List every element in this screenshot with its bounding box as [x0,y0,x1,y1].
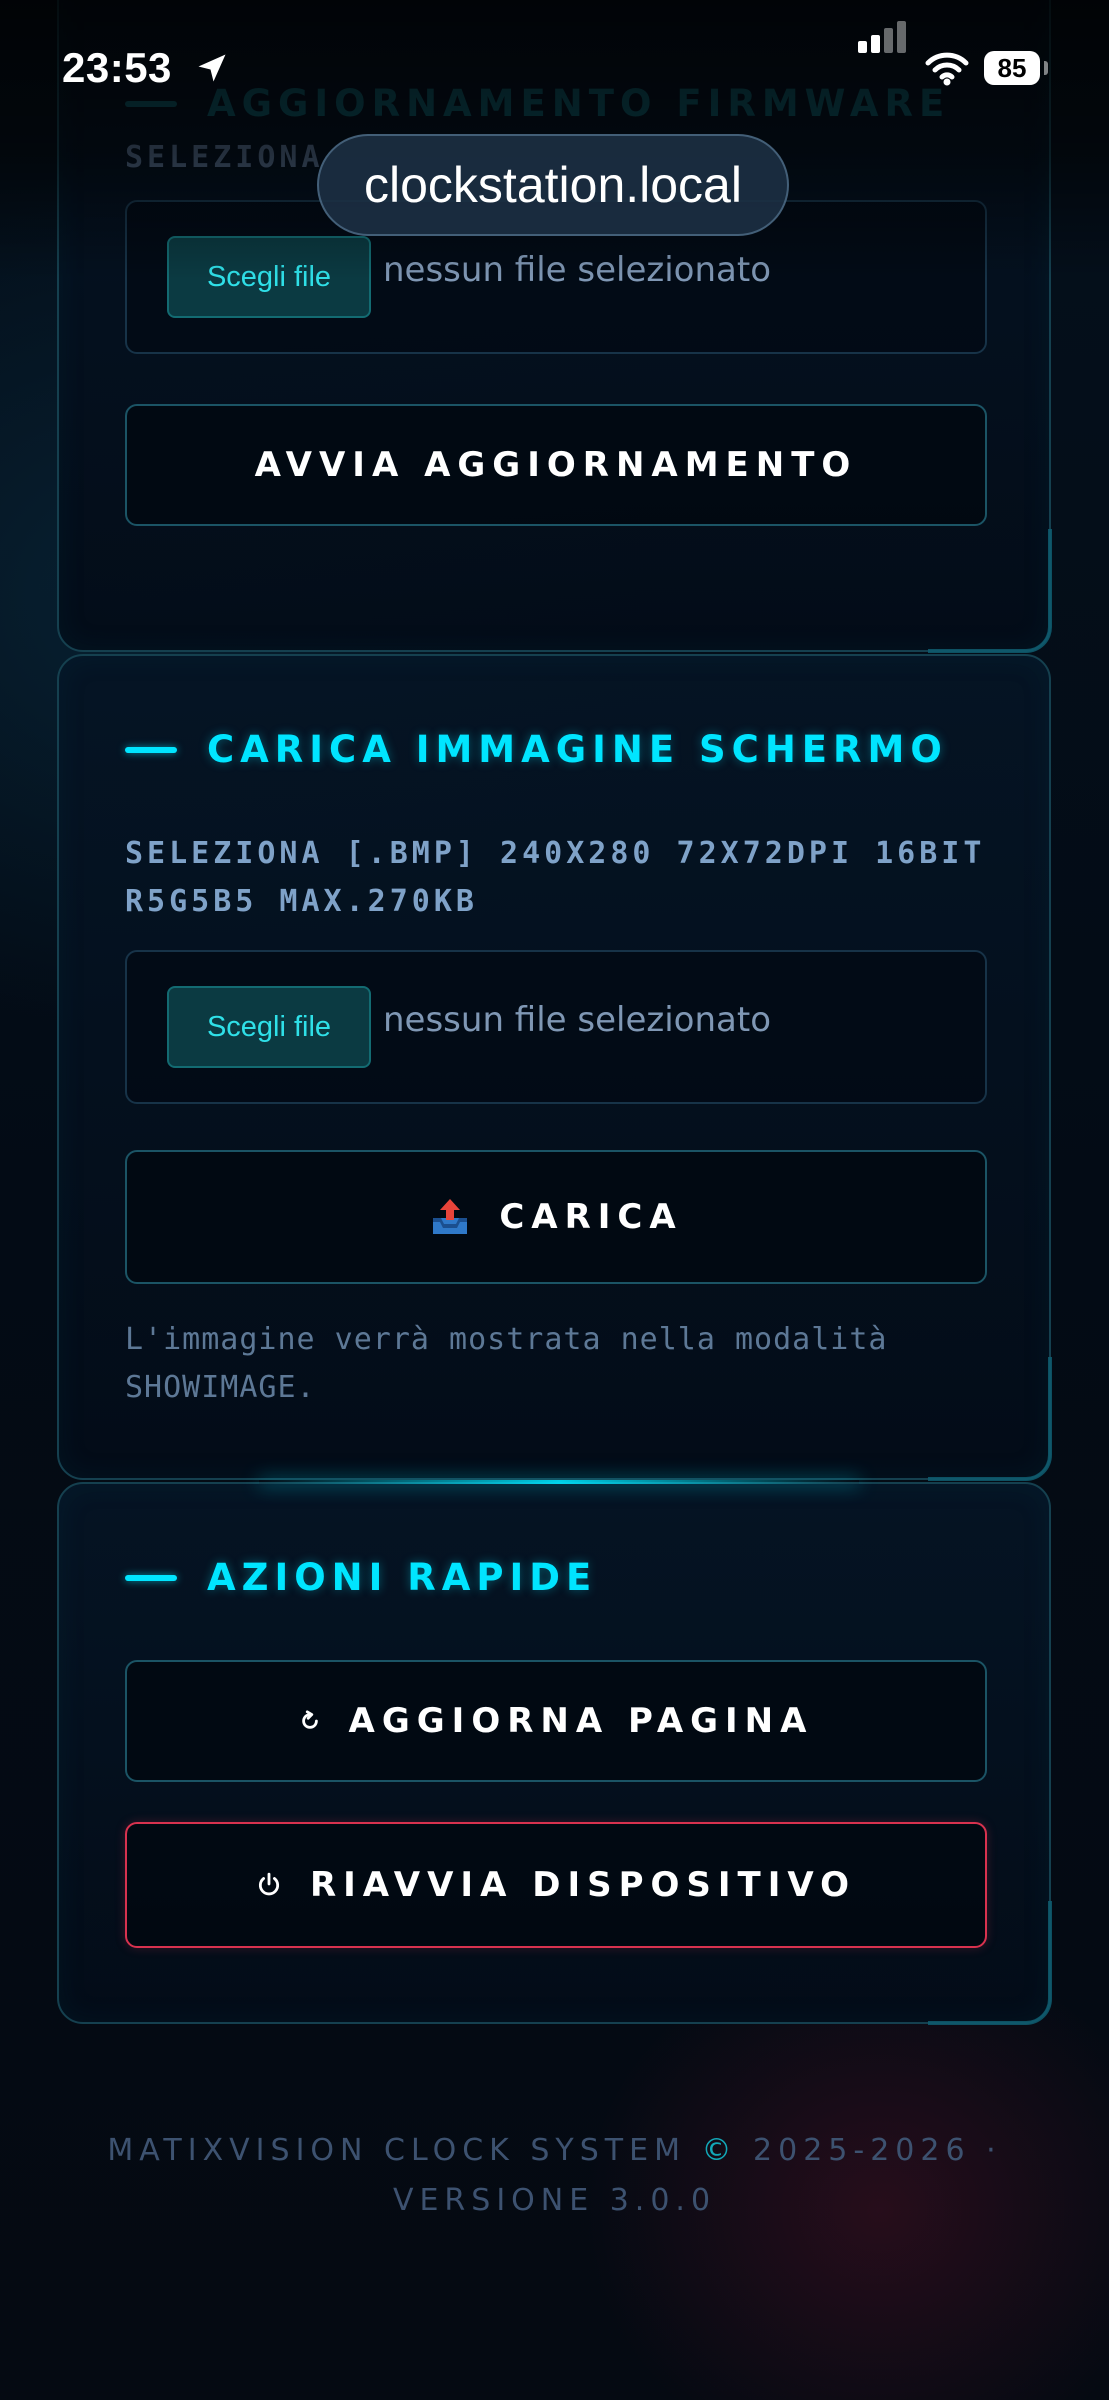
image-file-input[interactable]: Scegli file nessun file selezionato [125,950,987,1104]
title-dash [125,1574,177,1581]
image-select-label: SELEZIONA [.BMP] 240X280 72X72DPI 16BIT … [125,836,986,919]
battery-nub [1044,61,1048,75]
status-bar: 23:53 85 [0,0,1109,140]
status-time: 23:53 [62,44,172,91]
image-choose-file-button[interactable]: Scegli file [167,986,371,1068]
upload-image-button[interactable]: CARICA [125,1150,987,1284]
wifi-icon [925,52,969,86]
footer-line-1: MATIXVISION CLOCK SYSTEM © 2025-2026 · [107,2133,1002,2168]
image-file-status: nessun file selezionato [383,1000,771,1040]
title-dash [125,746,177,753]
image-card-title: CARICA IMMAGINE SCHERMO [125,728,948,771]
footer: MATIXVISION CLOCK SYSTEM © 2025-2026 · V… [0,2126,1109,2226]
start-update-button[interactable]: AVVIA AGGIORNAMENTO [125,404,987,526]
quick-actions-card: AZIONI RAPIDE AGGIORNA PAGINA RIAVVIA DI… [57,1480,1052,2025]
quick-actions-title: AZIONI RAPIDE [125,1556,597,1599]
address-bar[interactable]: clockstation.local [317,134,789,236]
power-icon [256,1872,282,1898]
screen-image-card: CARICA IMMAGINE SCHERMO SELEZIONA [.BMP]… [57,654,1052,1481]
copyright-symbol: © [701,2133,738,2168]
reboot-device-button[interactable]: RIAVVIA DISPOSITIVO [125,1822,987,1948]
firmware-choose-file-button[interactable]: Scegli file [167,236,371,318]
firmware-file-status: nessun file selezionato [383,250,771,290]
refresh-page-button[interactable]: AGGIORNA PAGINA [125,1660,987,1782]
refresh-icon [299,1710,321,1732]
image-mode-note: L'immagine verrà mostrata nella modalità… [125,1322,888,1405]
card-top-glow [259,1480,859,1484]
location-arrow-icon [198,54,226,82]
battery-icon: 85 [984,51,1040,85]
footer-version: VERSIONE 3.0.0 [392,2183,717,2218]
inbox-tray-upload-icon [429,1196,471,1238]
